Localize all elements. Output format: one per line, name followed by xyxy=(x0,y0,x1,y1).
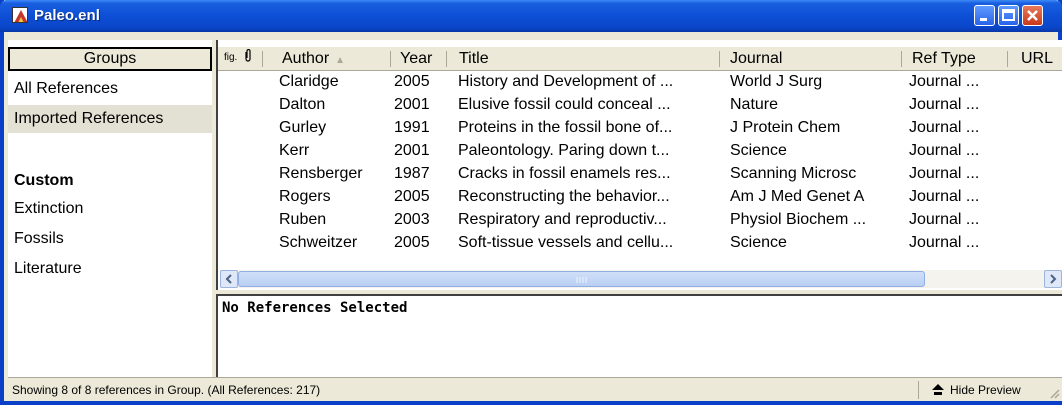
cell-journal: Am J Med Genet A xyxy=(730,188,865,205)
cell-year: 1991 xyxy=(394,119,430,136)
group-extinction[interactable]: Extinction xyxy=(14,200,83,218)
cell-ref-type: Journal ... xyxy=(909,165,980,182)
column-author-label: Author xyxy=(282,50,330,67)
cell-ref-type: Journal ... xyxy=(909,234,980,251)
cell-year: 2005 xyxy=(394,188,430,205)
cell-journal: J Protein Chem xyxy=(730,119,841,136)
endnote-app-icon[interactable] xyxy=(12,7,28,23)
status-divider xyxy=(918,381,919,399)
scroll-left-button[interactable] xyxy=(220,270,238,288)
cell-title: History and Development of ... xyxy=(458,73,674,90)
cell-author: Kerr xyxy=(279,142,310,159)
hide-preview-icon xyxy=(932,384,944,395)
title-bar[interactable]: Paleo.enl xyxy=(0,0,1062,32)
cell-journal: Physiol Biochem ... xyxy=(730,211,867,228)
column-figure[interactable]: fig. xyxy=(224,52,237,63)
cell-year: 1987 xyxy=(394,165,430,182)
cell-year: 2005 xyxy=(394,234,430,251)
table-row[interactable]: Schweitzer 2005 Soft-tissue vessels and … xyxy=(218,234,1062,257)
cell-author: Schweitzer xyxy=(279,234,358,251)
maximize-button[interactable] xyxy=(998,5,1019,26)
preview-pane: No References Selected xyxy=(216,294,1062,377)
resize-grip-icon[interactable] xyxy=(1048,387,1060,399)
groups-pane: Groups All References Imported Reference… xyxy=(8,40,212,377)
cell-ref-type: Journal ... xyxy=(909,188,980,205)
preview-message: No References Selected xyxy=(222,300,408,316)
scroll-right-button[interactable] xyxy=(1044,270,1062,288)
cell-title: Cracks in fossil enamels res... xyxy=(458,165,671,182)
reference-list: fig. Author ▲ Year Title Journal Ref Type… xyxy=(216,40,1062,290)
column-separator[interactable] xyxy=(262,51,263,67)
column-title[interactable]: Title xyxy=(459,50,489,68)
table-row[interactable]: Gurley 1991 Proteins in the fossil bone … xyxy=(218,119,1062,142)
cell-journal: World J Surg xyxy=(730,73,823,90)
column-year[interactable]: Year xyxy=(400,50,432,68)
column-separator[interactable] xyxy=(446,51,447,67)
cell-journal: Science xyxy=(730,142,787,159)
window-title: Paleo.enl xyxy=(34,7,100,24)
group-fossils[interactable]: Fossils xyxy=(14,230,64,248)
cell-title: Soft-tissue vessels and cellu... xyxy=(458,234,674,251)
cell-ref-type: Journal ... xyxy=(909,96,980,113)
cell-ref-type: Journal ... xyxy=(909,119,980,136)
hide-preview-button[interactable]: Hide Preview xyxy=(932,383,1021,397)
table-row[interactable]: Claridge 2005 History and Development of… xyxy=(218,73,1062,96)
cell-ref-type: Journal ... xyxy=(909,73,980,90)
cell-year: 2001 xyxy=(394,142,430,159)
groups-header[interactable]: Groups xyxy=(8,47,212,71)
sort-ascending-icon: ▲ xyxy=(335,55,346,66)
cell-year: 2005 xyxy=(394,73,430,90)
cell-title: Paleontology. Paring down t... xyxy=(458,142,670,159)
table-row[interactable]: Rensberger 1987 Cracks in fossil enamels… xyxy=(218,165,1062,188)
cell-year: 2003 xyxy=(394,211,430,228)
cell-author: Claridge xyxy=(279,73,339,90)
cell-author: Rogers xyxy=(279,188,331,205)
attachment-icon[interactable] xyxy=(244,48,252,68)
group-literature[interactable]: Literature xyxy=(14,260,82,278)
horizontal-scrollbar[interactable] xyxy=(220,270,1062,288)
cell-journal: Nature xyxy=(730,96,779,113)
cell-author: Gurley xyxy=(279,119,327,136)
table-row[interactable]: Ruben 2003 Respiratory and reproductiv..… xyxy=(218,211,1062,234)
column-journal[interactable]: Journal xyxy=(730,50,782,68)
column-url[interactable]: URL xyxy=(1021,50,1053,68)
close-button[interactable] xyxy=(1022,5,1043,26)
custom-groups-heading: Custom xyxy=(14,172,74,189)
column-separator[interactable] xyxy=(901,51,902,67)
column-separator[interactable] xyxy=(719,51,720,67)
cell-title: Proteins in the fossil bone of... xyxy=(458,119,673,136)
scroll-grip-icon xyxy=(576,277,587,283)
hide-preview-label: Hide Preview xyxy=(950,383,1021,397)
minimize-button[interactable] xyxy=(974,5,995,26)
cell-ref-type: Journal ... xyxy=(909,211,980,228)
group-imported-references[interactable]: Imported References xyxy=(8,105,212,133)
group-all-references[interactable]: All References xyxy=(14,80,118,98)
cell-ref-type: Journal ... xyxy=(909,142,980,159)
status-text: Showing 8 of 8 references in Group. (All… xyxy=(12,383,321,397)
endnote-window: Paleo.enl Groups All References Imported… xyxy=(0,0,1062,405)
table-row[interactable]: Dalton 2001 Elusive fossil could conceal… xyxy=(218,96,1062,119)
cell-journal: Science xyxy=(730,234,787,251)
column-author[interactable]: Author ▲ xyxy=(282,50,345,68)
status-bar: Showing 8 of 8 references in Group. (All… xyxy=(8,377,1062,401)
column-separator[interactable] xyxy=(390,51,391,67)
table-row[interactable]: Rogers 2005 Reconstructing the behavior.… xyxy=(218,188,1062,211)
scroll-thumb[interactable] xyxy=(238,271,925,287)
cell-author: Ruben xyxy=(279,211,327,228)
cell-title: Respiratory and reproductiv... xyxy=(458,211,667,228)
cell-title: Reconstructing the behavior... xyxy=(458,188,670,205)
cell-author: Dalton xyxy=(279,96,326,113)
column-separator[interactable] xyxy=(1007,51,1008,67)
column-ref-type[interactable]: Ref Type xyxy=(912,50,976,68)
table-row[interactable]: Kerr 2001 Paleontology. Paring down t...… xyxy=(218,142,1062,165)
cell-journal: Scanning Microsc xyxy=(730,165,857,182)
cell-year: 2001 xyxy=(394,96,430,113)
cell-title: Elusive fossil could conceal ... xyxy=(458,96,671,113)
column-header-row: fig. Author ▲ Year Title Journal Ref Type… xyxy=(218,47,1062,71)
cell-author: Rensberger xyxy=(279,165,363,182)
